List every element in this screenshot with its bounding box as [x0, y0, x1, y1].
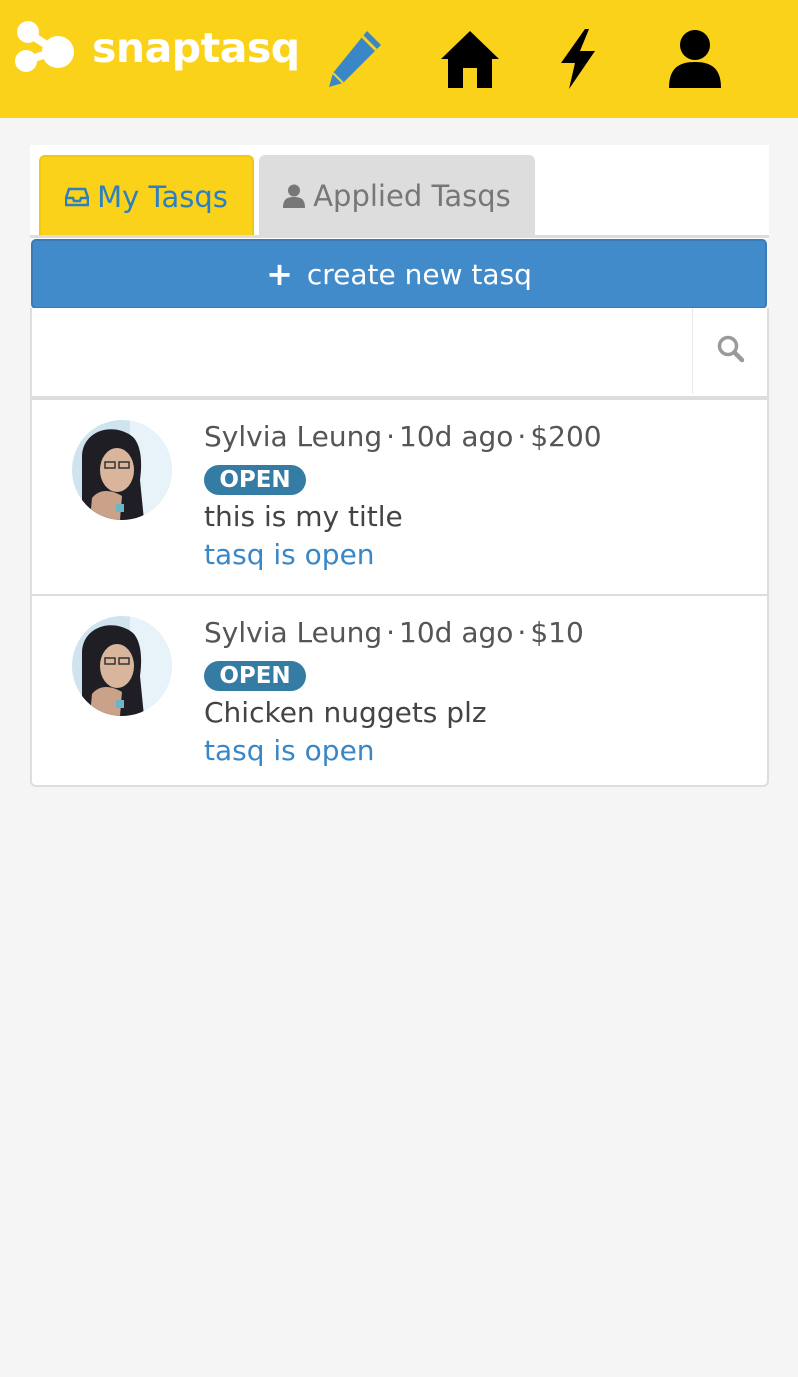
meta-separator: ·	[386, 420, 396, 453]
tasq-user: Sylvia Leung	[204, 420, 383, 453]
bolt-icon	[555, 27, 599, 91]
home-nav-button[interactable]	[435, 24, 505, 94]
snaptasq-logo-icon	[12, 18, 78, 78]
tab-strip: My Tasqs Applied Tasqs	[30, 145, 769, 239]
brand[interactable]: snaptasq	[12, 18, 300, 78]
tab-divider	[30, 235, 769, 238]
search-bar	[30, 308, 769, 398]
list-item[interactable]: Sylvia Leung · 10d ago · $10 OPEN Chicken nu…	[32, 594, 767, 788]
tasq-title: Chicken nuggets plz	[204, 696, 487, 729]
search-input[interactable]	[32, 308, 692, 394]
brand-name: snaptasq	[92, 24, 300, 72]
create-button-label: create new tasq	[306, 257, 532, 291]
tasq-ago: 10d ago	[399, 616, 514, 649]
tasq-price: $10	[530, 616, 584, 649]
tab-label: My Tasqs	[97, 180, 228, 214]
tasq-ago: 10d ago	[399, 420, 514, 453]
pencil-icon	[321, 27, 385, 91]
tasq-price: $200	[530, 420, 602, 453]
tasq-panel: My Tasqs Applied Tasqs + create new tasq	[30, 145, 769, 787]
top-navbar: snaptasq	[0, 0, 798, 118]
profile-nav-button[interactable]	[660, 24, 730, 94]
avatar	[72, 616, 172, 716]
meta-separator: ·	[517, 420, 527, 453]
status-badge: OPEN	[204, 465, 306, 495]
meta-separator: ·	[517, 616, 527, 649]
tasq-meta: Sylvia Leung · 10d ago · $200	[204, 420, 602, 453]
tasq-user: Sylvia Leung	[204, 616, 383, 649]
meta-separator: ·	[386, 616, 396, 649]
tab-my-tasqs[interactable]: My Tasqs	[39, 155, 254, 237]
tasq-status: tasq is open	[204, 734, 375, 767]
tasq-list: Sylvia Leung · 10d ago · $200 OPEN this is m…	[30, 398, 769, 787]
tab-applied-tasqs[interactable]: Applied Tasqs	[259, 155, 535, 237]
user-icon	[667, 28, 723, 90]
tab-label: Applied Tasqs	[313, 179, 511, 213]
tasq-title: this is my title	[204, 500, 403, 533]
tasq-meta: Sylvia Leung · 10d ago · $10	[204, 616, 584, 649]
search-icon	[717, 335, 745, 367]
list-item[interactable]: Sylvia Leung · 10d ago · $200 OPEN this is m…	[32, 400, 767, 594]
user-icon	[283, 184, 306, 208]
home-icon	[439, 28, 501, 90]
plus-icon: +	[266, 255, 293, 293]
inbox-icon	[65, 187, 90, 207]
create-new-tasq-button[interactable]: + create new tasq	[31, 239, 767, 309]
status-badge: OPEN	[204, 661, 306, 691]
avatar	[72, 420, 172, 520]
activity-nav-button[interactable]	[542, 24, 612, 94]
search-button[interactable]	[692, 308, 768, 394]
create-nav-button[interactable]	[318, 24, 388, 94]
tasq-status: tasq is open	[204, 538, 375, 571]
